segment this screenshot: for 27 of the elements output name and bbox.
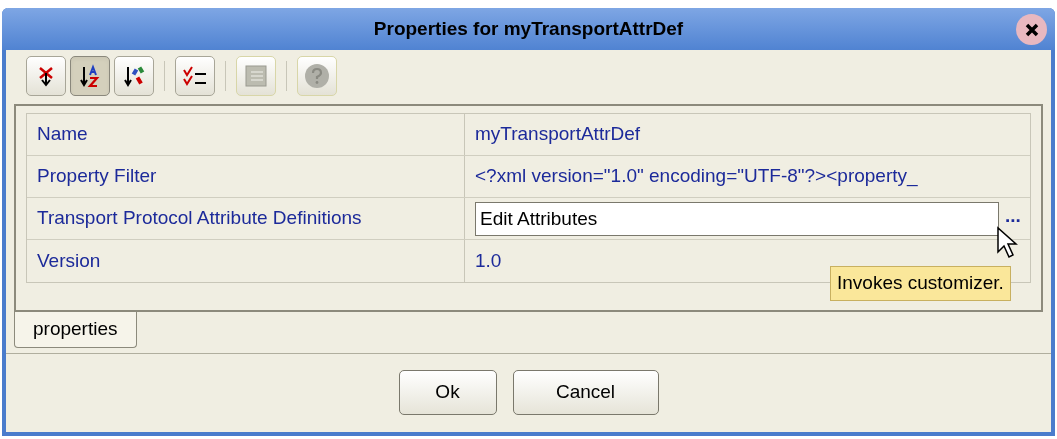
checklist-icon [182,65,208,87]
value-field[interactable]: Edit Attributes [475,201,999,236]
unsorted-icon [37,65,55,87]
toolbar-button[interactable] [175,56,215,96]
property-name: Transport Protocol Attribute Definitions [27,198,465,239]
sort-by-type-icon [122,64,146,88]
toolbar-button[interactable] [114,56,154,96]
close-button[interactable] [1016,14,1047,45]
toolbar-button[interactable] [26,56,66,96]
property-name: Version [27,240,465,282]
dialog-button[interactable]: Cancel [512,370,659,415]
dialog-button[interactable]: Ok [398,370,497,415]
help-icon [304,63,330,89]
window-title: Properties for myTransportAttrDef [373,16,684,41]
property-value: <?xml version="1.0" encoding="UTF-8"?><property_ [475,164,918,189]
customizer-button[interactable]: ... [1005,206,1021,231]
table-icon [244,64,268,88]
sort-alphabetical-icon [78,64,102,88]
close-icon [1023,21,1040,38]
property-value: myTransportAttrDef [475,122,641,147]
property-name: Property Filter [27,156,465,197]
tab[interactable]: properties [14,312,137,348]
toolbar-button[interactable] [70,56,110,96]
tooltip: Invokes customizer. [830,266,1011,301]
mouse-pointer-icon [996,226,1020,260]
property-name: Name [27,114,465,155]
property-value: 1.0 [475,248,502,273]
